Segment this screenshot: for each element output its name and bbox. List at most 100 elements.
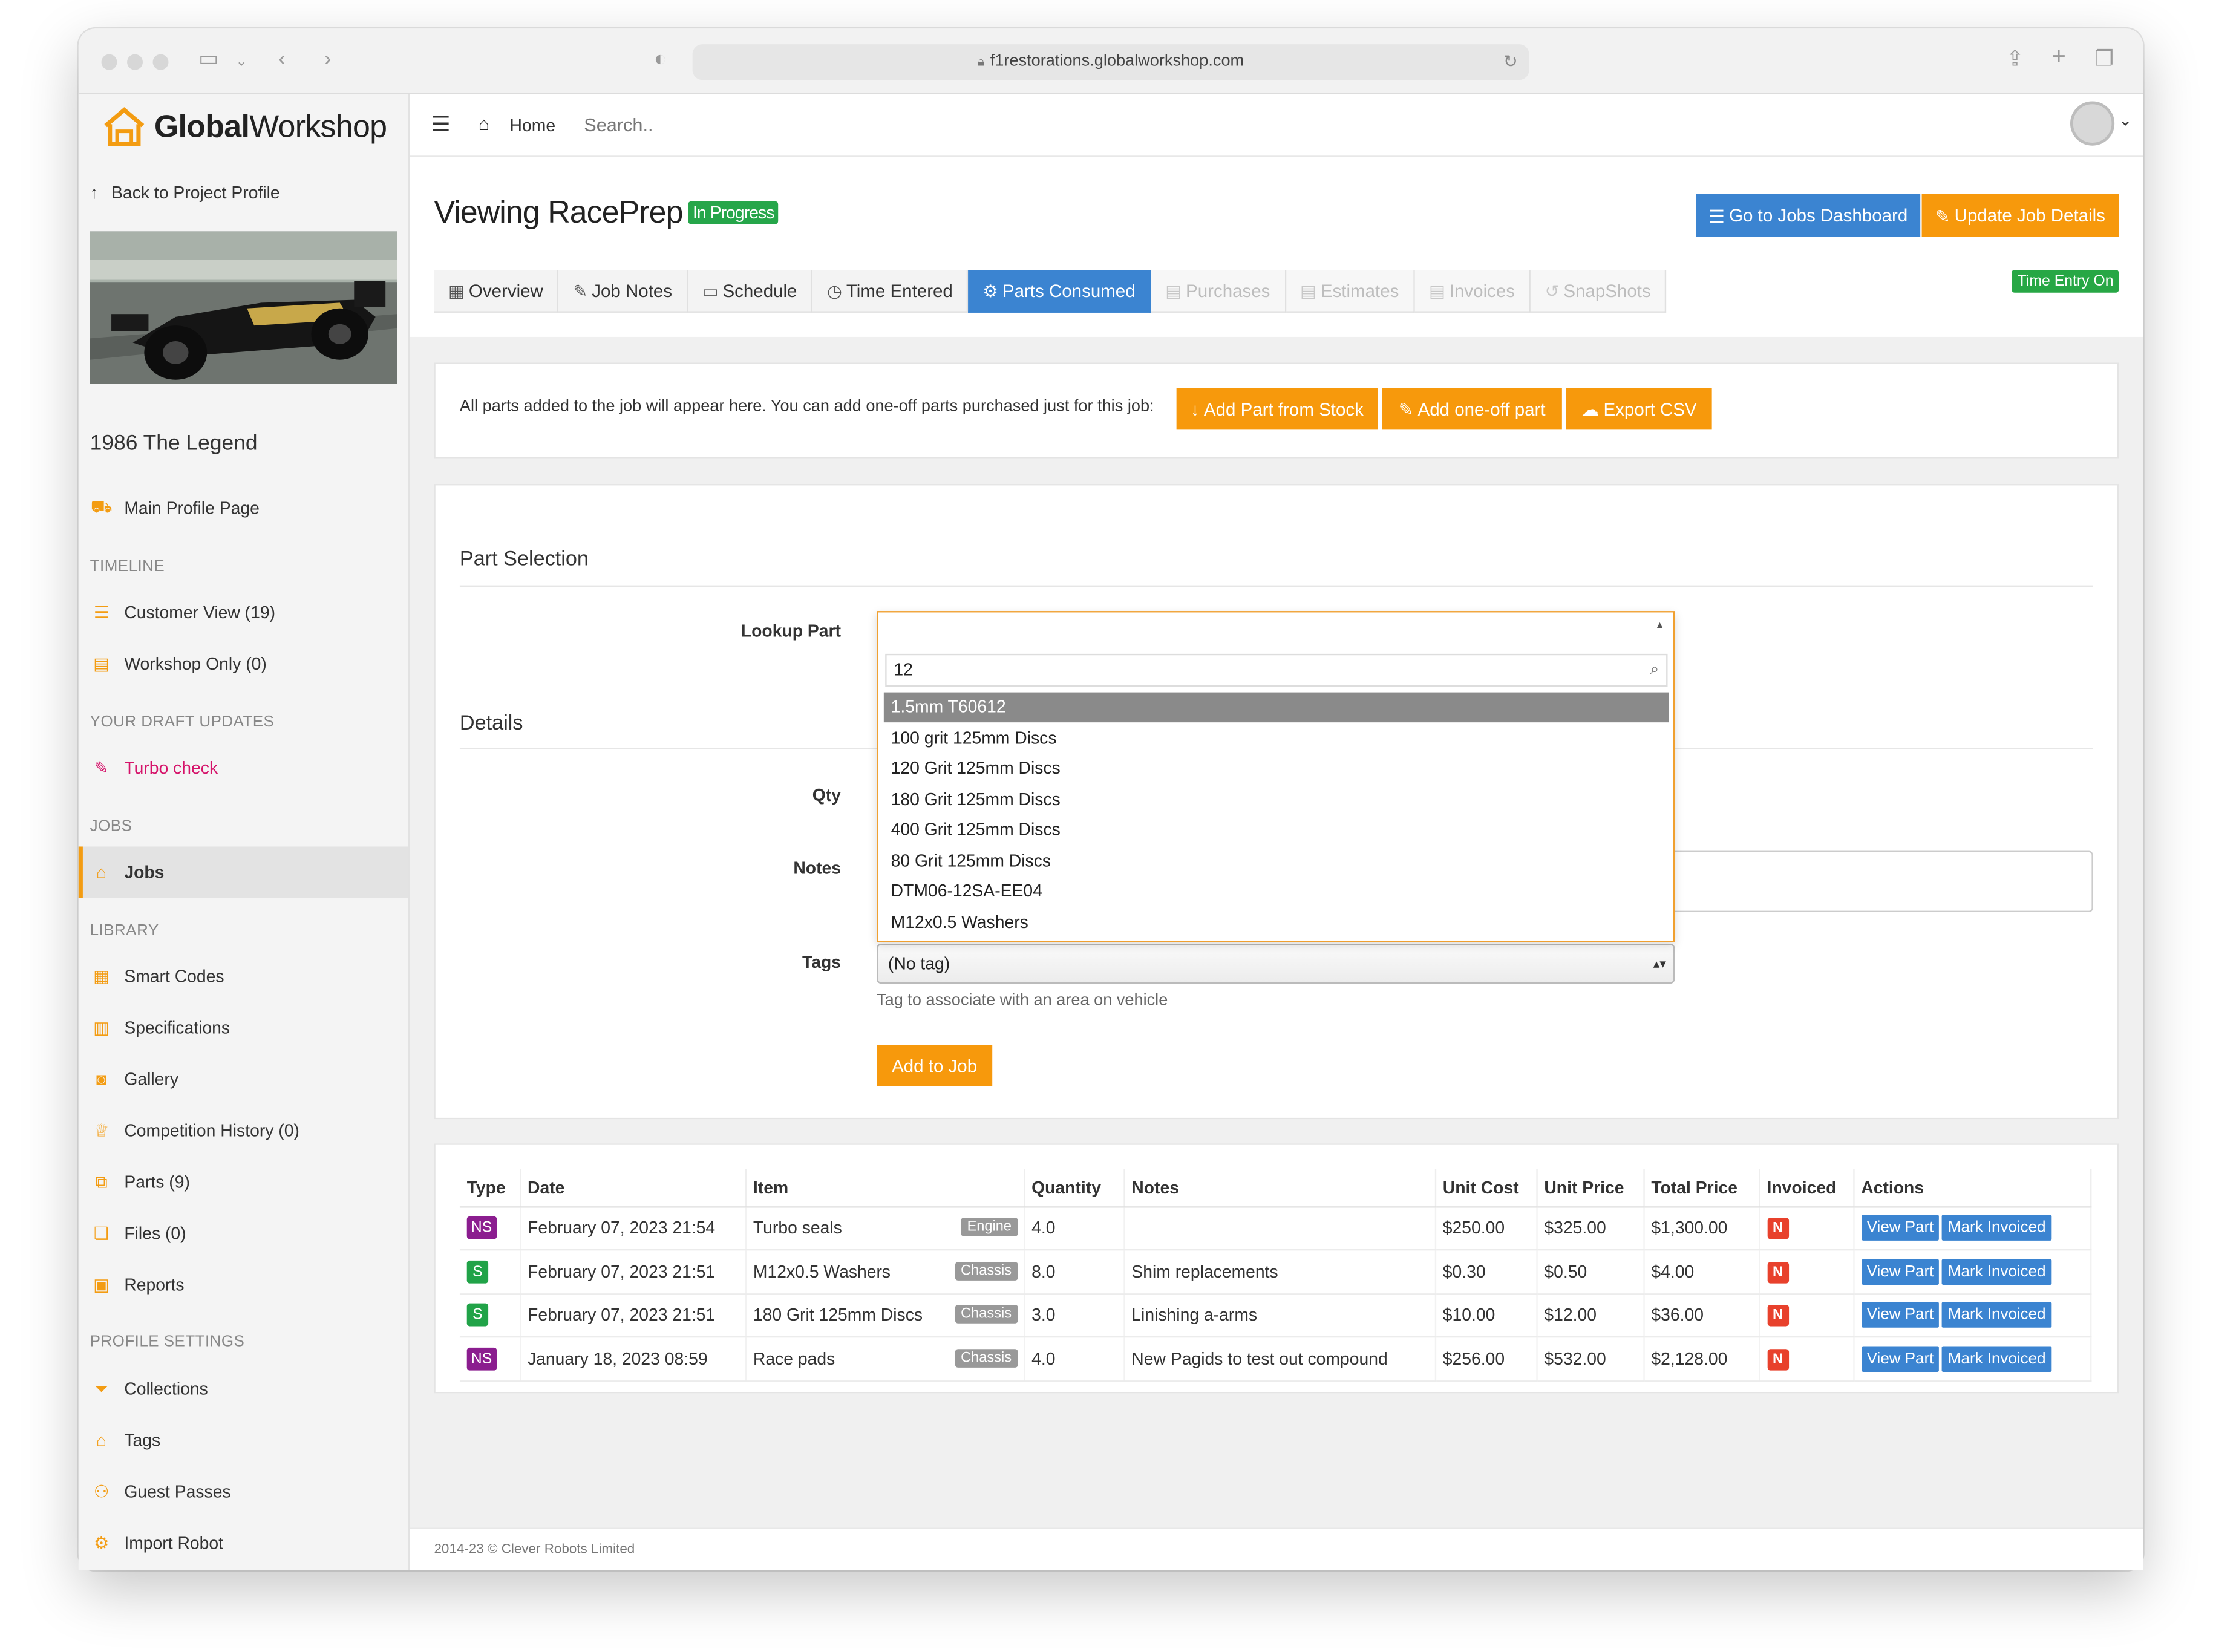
sidebar-item-specifications[interactable]: ▥ Specifications xyxy=(90,1002,410,1054)
view-part-button[interactable]: View Part xyxy=(1861,1258,1940,1285)
column-header: Type xyxy=(459,1169,521,1207)
sidebar-item-smart-codes[interactable]: ▦ Smart Codes xyxy=(90,951,410,1002)
tab-snapshots[interactable]: ↺ SnapShots xyxy=(1530,270,1667,313)
minimize-window-dot[interactable] xyxy=(127,54,143,70)
tab-parts-consumed[interactable]: ⚙ Parts Consumed xyxy=(968,270,1151,313)
hamburger-menu-icon[interactable]: ☰ xyxy=(431,111,451,137)
sidebar-item-competition-history[interactable]: ♕ Competition History (0) xyxy=(90,1105,410,1157)
lookup-option[interactable]: 180 Grit 125mm Discs xyxy=(884,785,1669,815)
car-icon: ⛟ xyxy=(90,497,113,517)
sidebar-item-import-robot[interactable]: ⚙ Import Robot xyxy=(90,1518,410,1569)
reload-icon[interactable]: ↻ xyxy=(1503,44,1518,80)
lookup-part-dropdown[interactable]: ▲ 12 ⌕ 1.5mm T60612 100 grit 125mm Discs … xyxy=(877,611,1675,942)
tab-schedule[interactable]: ▭ Schedule xyxy=(688,270,813,313)
history-icon: ↺ xyxy=(1545,280,1560,301)
add-to-job-button[interactable]: Add to Job xyxy=(877,1045,993,1086)
sidebar-toggle-icon[interactable]: ▭ xyxy=(198,46,218,74)
sidebar-item-parts[interactable]: ⧉ Parts (9) xyxy=(90,1157,410,1208)
lookup-option[interactable]: 400 Grit 125mm Discs xyxy=(884,815,1669,846)
chevron-down-icon[interactable]: ⌄ xyxy=(2119,111,2132,129)
sidebar-item-reports[interactable]: ▣ Reports xyxy=(90,1259,410,1311)
sidebar-item-files[interactable]: ❏ Files (0) xyxy=(90,1208,410,1259)
forward-arrow-icon[interactable]: › xyxy=(324,46,332,74)
tab-purchases[interactable]: ▤ Purchases xyxy=(1151,270,1286,313)
tab-overview[interactable]: ▦ Overview xyxy=(434,270,559,313)
sidebar-item-guest-passes[interactable]: ⚇ Guest Passes xyxy=(90,1466,410,1518)
quantity-cell: 8.0 xyxy=(1024,1250,1125,1295)
new-tab-icon[interactable]: + xyxy=(2051,43,2065,71)
sidebar-item-main-profile[interactable]: ⛟ Main Profile Page xyxy=(90,483,410,534)
footer: 2014-23 © Clever Robots Limited xyxy=(410,1527,2143,1570)
mark-invoiced-button[interactable]: Mark Invoiced xyxy=(1942,1302,2051,1328)
mark-invoiced-button[interactable]: Mark Invoiced xyxy=(1942,1345,2051,1372)
avatar[interactable] xyxy=(2070,101,2115,146)
view-part-button[interactable]: View Part xyxy=(1861,1302,1940,1328)
sidebar-item-collections[interactable]: ⏷ Collections xyxy=(90,1363,410,1415)
lookup-option[interactable]: DTM06-12SA-EE04 xyxy=(884,877,1669,907)
parts-table: Type Date Item Quantity Notes Unit Cost … xyxy=(459,1169,2092,1382)
lookup-option[interactable]: 1.5mm T60612 xyxy=(883,692,1669,723)
shield-icon[interactable]: ◐ xyxy=(654,46,667,74)
date-cell: February 07, 2023 21:51 xyxy=(520,1293,747,1338)
tag-select[interactable]: (No tag) ▴▾ xyxy=(877,943,1675,984)
close-window-dot[interactable] xyxy=(101,54,117,70)
zoom-window-dot[interactable] xyxy=(152,54,169,70)
library-heading: LIBRARY xyxy=(90,922,159,939)
tab-overview-icon[interactable]: ❐ xyxy=(2094,46,2114,74)
funnel-icon: ⏷ xyxy=(94,1378,108,1399)
sidebar-item-gallery[interactable]: ◙ Gallery xyxy=(90,1054,410,1105)
sidebar-item-tags[interactable]: ⌂ Tags xyxy=(90,1415,410,1466)
grid-icon: ▦ xyxy=(93,966,110,987)
tab-invoices[interactable]: ▤ Invoices xyxy=(1414,270,1531,313)
tag-icon: ⌂ xyxy=(96,862,107,883)
home-link[interactable]: Home xyxy=(510,116,556,135)
mark-invoiced-button[interactable]: Mark Invoiced xyxy=(1942,1258,2051,1285)
tab-time-entered[interactable]: ◷ Time Entered xyxy=(812,270,969,313)
back-arrow-icon[interactable]: ‹ xyxy=(278,46,286,74)
sidebar-item-customer-view[interactable]: ☰ Customer View (19) xyxy=(90,587,410,638)
document-icon: ▤ xyxy=(1428,280,1445,301)
add-one-off-part-button[interactable]: ✎ Add one-off part xyxy=(1382,388,1562,430)
lookup-option[interactable]: 120 Grit 125mm Discs xyxy=(884,754,1669,784)
address-bar[interactable]: 🔒︎ f1restorations.globalworkshop.com ↻ xyxy=(692,44,1529,80)
arrow-down-icon: ↓ xyxy=(1191,399,1200,419)
add-part-from-stock-button[interactable]: ↓ Add Part from Stock xyxy=(1176,388,1378,430)
invoiced-badge: N xyxy=(1767,1348,1789,1371)
view-part-button[interactable]: View Part xyxy=(1861,1215,1940,1241)
chevron-down-icon[interactable]: ⌄ xyxy=(235,48,247,77)
column-header: Unit Price xyxy=(1536,1169,1644,1207)
invoiced-badge: N xyxy=(1767,1305,1789,1327)
logo[interactable]: GlobalWorkshop xyxy=(103,106,387,149)
tab-estimates[interactable]: ▤ Estimates xyxy=(1286,270,1415,313)
url-text: f1restorations.globalworkshop.com xyxy=(990,53,1244,70)
clock-icon: ◷ xyxy=(827,280,842,301)
view-part-button[interactable]: View Part xyxy=(1861,1345,1940,1372)
jobs-dashboard-button[interactable]: ☰ Go to Jobs Dashboard xyxy=(1696,194,1921,237)
export-csv-button[interactable]: ☁ Export CSV xyxy=(1566,388,1712,430)
grid-icon: ▦ xyxy=(448,280,465,301)
sidebar-item-workshop-only[interactable]: ▤ Workshop Only (0) xyxy=(90,638,410,690)
share-icon[interactable]: ⇪ xyxy=(2006,46,2024,74)
date-cell: February 07, 2023 21:54 xyxy=(520,1206,747,1251)
calendar-icon: ▭ xyxy=(702,280,719,301)
home-icon[interactable]: ⌂ xyxy=(479,113,490,134)
table-row: NS February 07, 2023 21:54 Turbo seals En… xyxy=(459,1206,2092,1251)
lookup-option[interactable]: M12x0.5 Washers xyxy=(884,907,1669,938)
date-cell: January 18, 2023 08:59 xyxy=(520,1337,747,1382)
tab-job-notes[interactable]: ✎ Job Notes xyxy=(558,270,688,313)
sidebar-item-turbo-check[interactable]: ✎ Turbo check xyxy=(90,742,410,794)
update-job-details-button[interactable]: ✎ Update Job Details xyxy=(1921,194,2119,237)
lookup-search-input[interactable]: 12 ⌕ xyxy=(885,653,1668,687)
trophy-icon: ♕ xyxy=(93,1120,110,1141)
back-to-profile-link[interactable]: ↑ Back to Project Profile xyxy=(90,183,280,203)
lookup-option[interactable]: 100 grit 125mm Discs xyxy=(884,723,1669,753)
sidebar-item-jobs[interactable]: ⌂ Jobs xyxy=(78,846,408,898)
cloud-download-icon: ☁ xyxy=(1581,399,1600,420)
book-icon: ▥ xyxy=(93,1017,110,1038)
table-row: S February 07, 2023 21:51 M12x0.5 Washer… xyxy=(459,1250,2092,1295)
lookup-option[interactable]: 80 Grit 125mm Discs xyxy=(884,846,1669,876)
search-input[interactable]: Search.. xyxy=(584,114,653,135)
mark-invoiced-button[interactable]: Mark Invoiced xyxy=(1942,1215,2051,1241)
tag-help-text: Tag to associate with an area on vehicle xyxy=(877,992,1168,1010)
notes-textarea[interactable] xyxy=(1675,850,2093,913)
